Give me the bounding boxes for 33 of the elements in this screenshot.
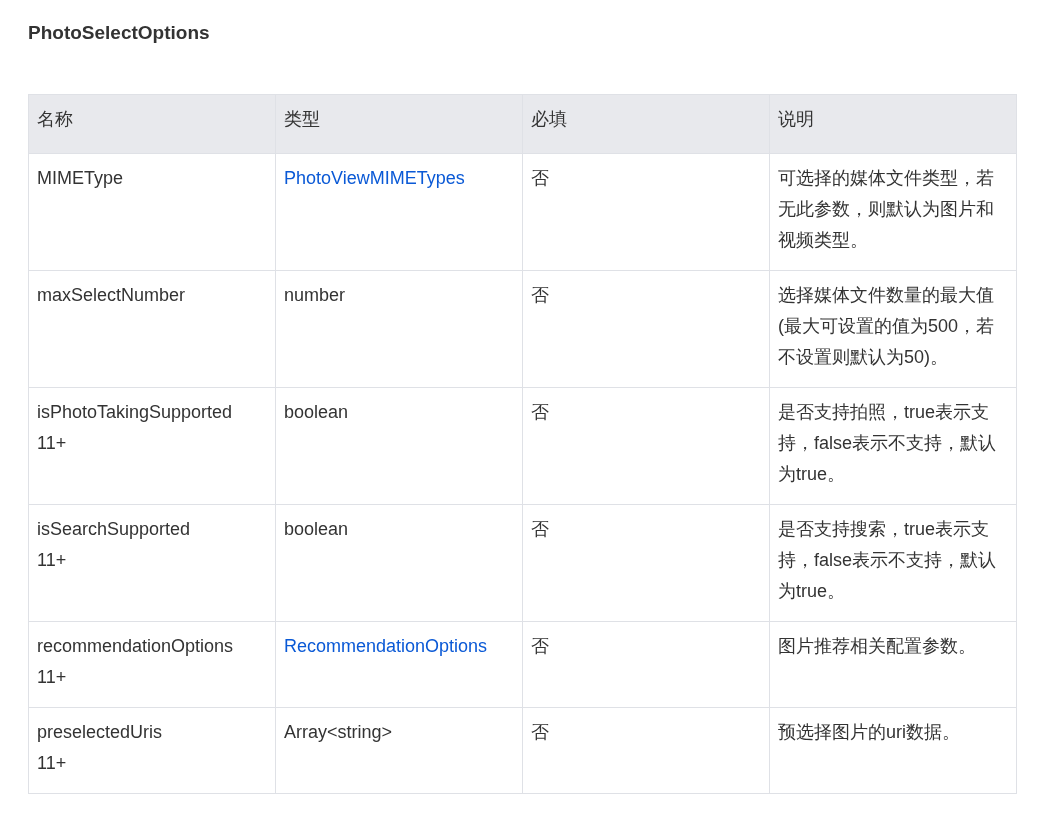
required-value: 否 bbox=[531, 285, 549, 305]
description-text: 预选择图片的uri数据。 bbox=[778, 722, 960, 742]
parameter-name: MIMEType bbox=[37, 167, 125, 190]
type-text: boolean bbox=[284, 519, 349, 539]
required-value: 否 bbox=[531, 519, 549, 539]
parameter-name: maxSelectNumber bbox=[37, 284, 187, 307]
description-text: 是否支持搜索，true表示支持，false表示不支持，默认为true。 bbox=[778, 519, 997, 601]
parameter-name: isSearchSupported bbox=[37, 518, 192, 541]
version-label: 11+ bbox=[37, 432, 68, 455]
parameter-name: isPhotoTakingSupported bbox=[37, 401, 234, 424]
required-value: 否 bbox=[531, 168, 549, 188]
parameter-name: preselectedUris bbox=[37, 721, 164, 744]
version-label: 11+ bbox=[37, 549, 68, 572]
column-header: 必填 bbox=[522, 94, 770, 154]
column-header: 名称 bbox=[28, 94, 276, 154]
description-text: 图片推荐相关配置参数。 bbox=[778, 636, 976, 656]
section-title: PhotoSelectOptions bbox=[28, 22, 211, 44]
type-link[interactable]: PhotoViewMIMETypes bbox=[284, 168, 465, 188]
version-label: 11+ bbox=[37, 752, 68, 775]
type-link[interactable]: RecommendationOptions bbox=[284, 636, 488, 656]
column-header: 类型 bbox=[275, 94, 523, 154]
description-text: 选择媒体文件数量的最大值(最大可设置的值为500，若不设置则默认为50)。 bbox=[778, 285, 995, 367]
type-text: Array<string> bbox=[284, 722, 393, 742]
version-label: 11+ bbox=[37, 666, 68, 689]
required-value: 否 bbox=[531, 722, 549, 742]
parameter-name: recommendationOptions bbox=[37, 635, 235, 658]
required-value: 否 bbox=[531, 636, 549, 656]
required-value: 否 bbox=[531, 402, 549, 422]
type-text: boolean bbox=[284, 402, 349, 422]
column-header: 说明 bbox=[769, 94, 1017, 154]
type-text: number bbox=[284, 285, 346, 305]
description-text: 是否支持拍照，true表示支持，false表示不支持，默认为true。 bbox=[778, 402, 997, 484]
description-text: 可选择的媒体文件类型，若无此参数，则默认为图片和视频类型。 bbox=[778, 168, 994, 250]
